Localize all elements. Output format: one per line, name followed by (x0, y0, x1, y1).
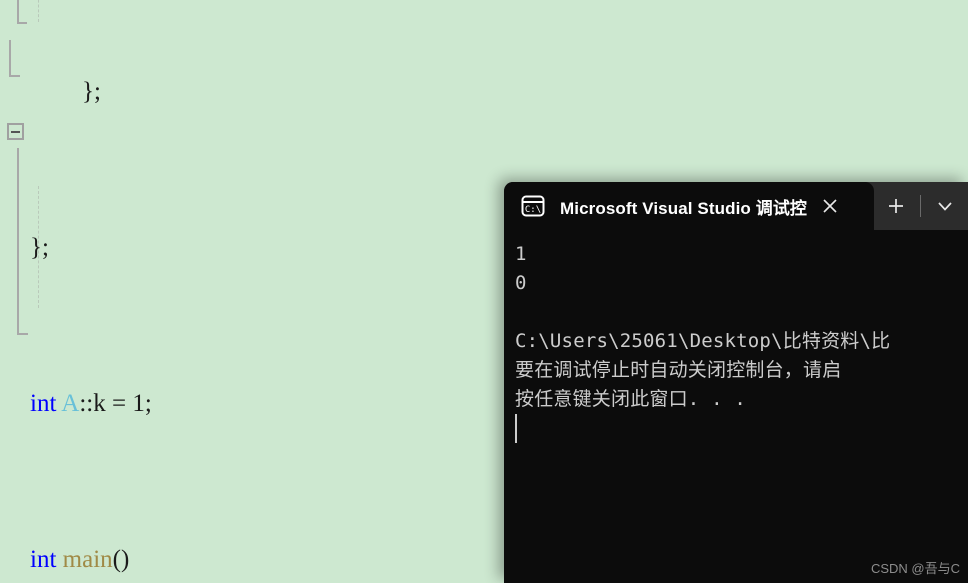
chevron-glyph (938, 202, 952, 211)
code-text: }; }; int A::k = 1; int main() { A::B b;… (0, 0, 198, 583)
code-line: }; (0, 72, 198, 111)
code-line: int main() (0, 540, 198, 579)
code-token-keyword: int (30, 390, 57, 417)
console-tab-title: Microsoft Visual Studio 调试控 (560, 198, 808, 218)
console-cursor (515, 414, 517, 443)
code-token: }; (82, 78, 101, 105)
console-line: 0 (515, 272, 527, 294)
close-icon[interactable] (817, 193, 843, 219)
code-token: ::k = 1; (79, 390, 152, 417)
close-glyph (823, 199, 837, 213)
console-titlebar[interactable]: C:\ Microsoft Visual Studio 调试控 (504, 182, 968, 230)
code-token-keyword: int (30, 546, 57, 573)
console-window[interactable]: C:\ Microsoft Visual Studio 调试控 1 0 C:\U… (504, 182, 968, 583)
chevron-down-icon[interactable] (925, 186, 965, 226)
code-token: }; (30, 234, 49, 261)
svg-text:C:\: C:\ (525, 205, 541, 215)
console-line-path: C:\Users\25061\Desktop\比特资料\比 (515, 330, 891, 352)
plus-glyph (889, 199, 903, 213)
code-line: }; (0, 228, 198, 267)
screen-root: }; }; int A::k = 1; int main() { A::B b;… (0, 0, 968, 583)
code-token-type: A (61, 390, 80, 417)
console-line: 要在调试停止时自动关闭控制台，请启 (515, 359, 842, 381)
console-line: 1 (515, 243, 527, 265)
console-tab-controls[interactable] (876, 182, 965, 230)
console-tab[interactable]: C:\ Microsoft Visual Studio 调试控 (504, 182, 874, 230)
code-token: () (112, 546, 130, 573)
watermark: CSDN @吾与C (870, 561, 960, 576)
console-line: 按任意键关闭此窗口. . . (515, 388, 746, 410)
new-tab-icon[interactable] (876, 186, 916, 226)
console-output-area[interactable]: 1 0 C:\Users\25061\Desktop\比特资料\比 要在调试停止… (504, 230, 968, 583)
code-line: int A::k = 1; (0, 384, 198, 423)
console-cmd-icon: C:\ (521, 195, 545, 217)
controls-divider (920, 195, 921, 217)
code-token-function: main (62, 546, 113, 573)
